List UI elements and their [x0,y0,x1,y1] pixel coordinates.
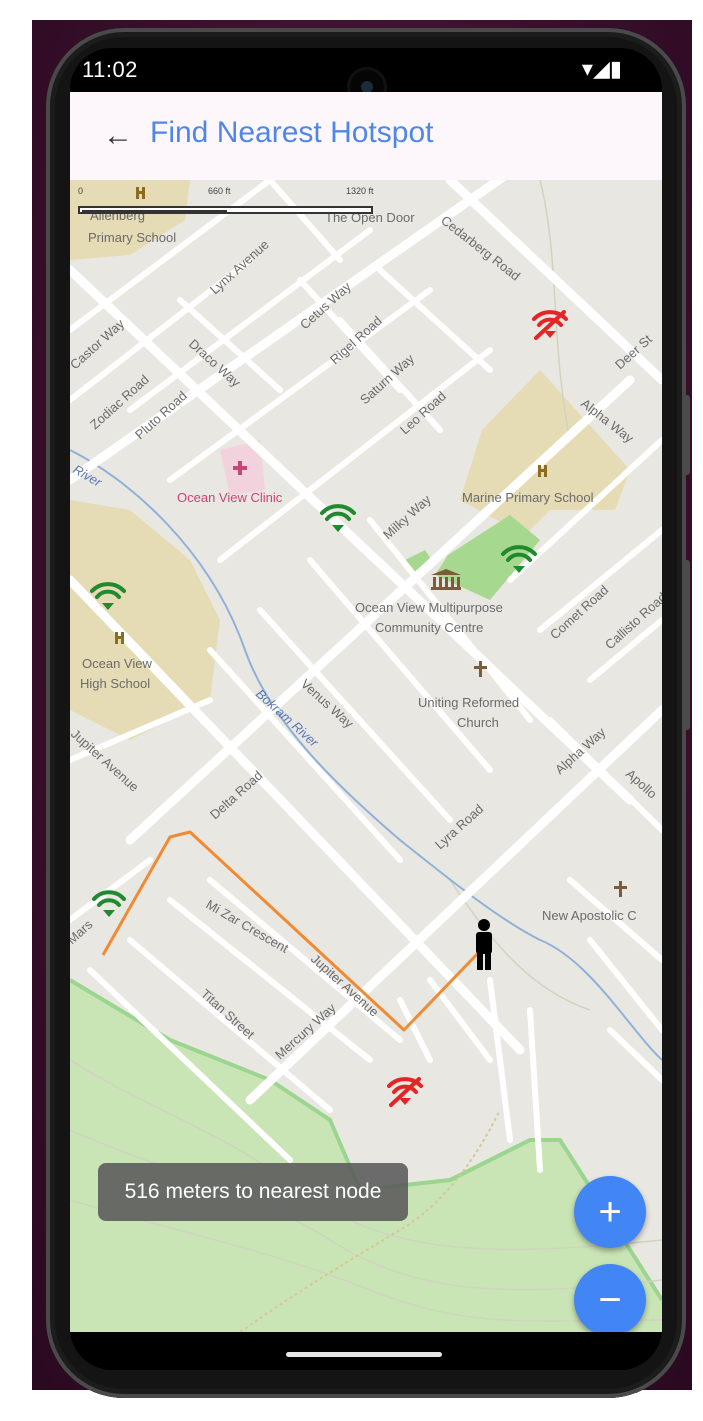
screen: 11:02 ▾◢▮ ← Find Nearest Hotspot Allenbe… [70,48,662,1370]
scale-track [78,206,373,214]
navigation-bar [70,1332,662,1370]
scale-label-mid: 660 ft [208,186,231,196]
map-label-ocean-view-high-1: Ocean View [82,656,152,671]
back-arrow-icon: ← [103,119,133,152]
scale-bar: 0 660 ft 1320 ft [78,184,378,214]
home-gesture-handle[interactable] [286,1352,442,1357]
plus-icon: + [598,1189,622,1234]
distance-toast: 516 meters to nearest node [98,1163,408,1221]
page-title: Find Nearest Hotspot [150,116,434,149]
power-button [684,395,690,475]
map-label-multipurpose-2: Community Centre [375,620,483,635]
minus-icon: − [598,1277,622,1322]
status-time: 11:02 [82,57,138,82]
map-label-new-apostolic: New Apostolic C [542,908,637,923]
scale-label-start: 0 [78,186,84,196]
map-canvas[interactable]: Allenberg Primary School The Open Door C… [70,180,662,1332]
map-label-multipurpose-1: Ocean View Multipurpose [355,600,503,615]
map-label-marine-primary: Marine Primary School [462,490,594,505]
status-icons: ▾◢▮ [581,56,622,81]
scale-fill [82,210,227,212]
zoom-out-button[interactable]: − [574,1264,646,1336]
map-label-primary-school: Primary School [88,230,176,245]
zoom-in-button[interactable]: + [574,1176,646,1248]
volume-button [684,560,690,730]
map-label-ocean-view-high-2: High School [80,676,150,691]
map-label-uniting-2: Church [457,715,499,730]
back-button[interactable]: ← [96,114,140,158]
map-label-uniting-1: Uniting Reformed [418,695,519,710]
map-label-ocean-view-clinic: Ocean View Clinic [177,490,283,505]
scale-label-end: 1320 ft [346,186,374,196]
app-bar: ← Find Nearest Hotspot [70,92,662,180]
map-view[interactable]: Allenberg Primary School The Open Door C… [70,180,662,1336]
